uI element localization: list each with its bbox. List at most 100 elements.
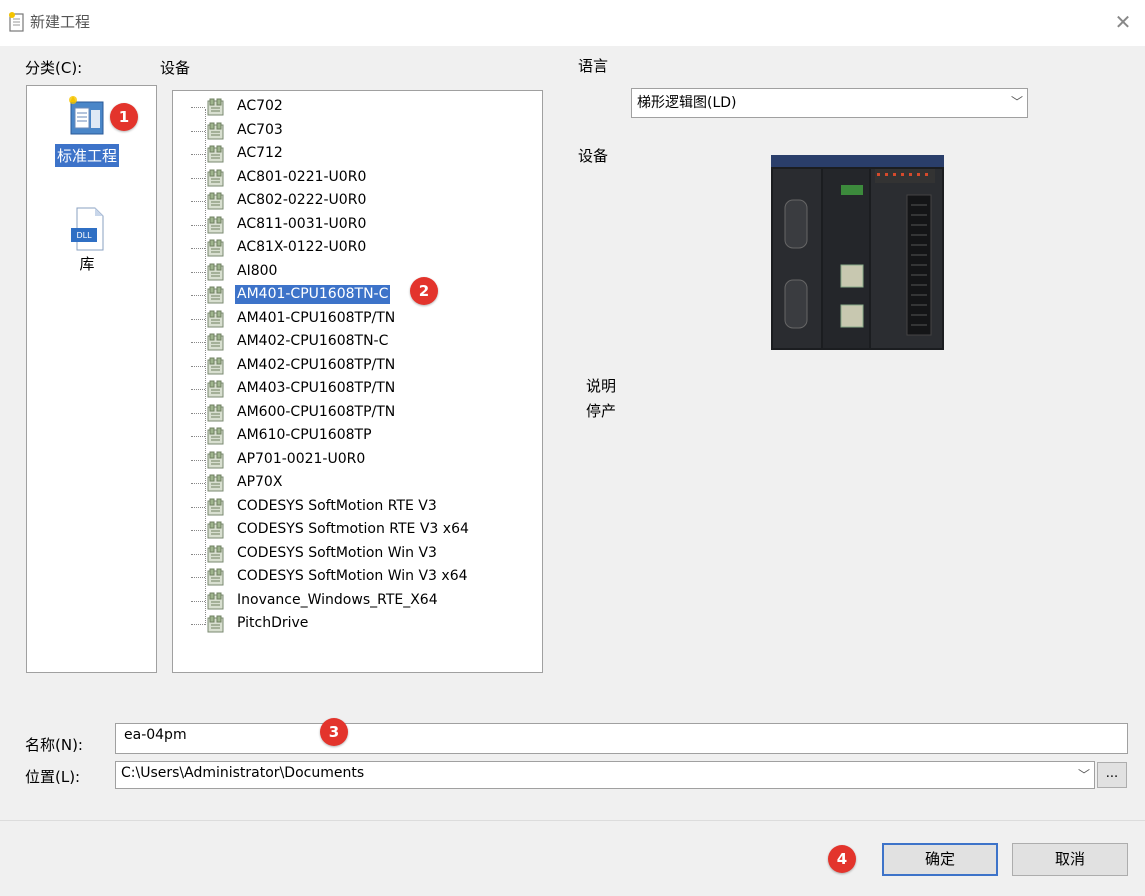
tree-connector (191, 389, 205, 390)
device-icon (207, 427, 224, 445)
device-tree-item[interactable]: AM401-CPU1608TP/TN (187, 307, 527, 330)
device-tree-item[interactable]: Inovance_Windows_RTE_X64 (187, 589, 527, 612)
cancel-button[interactable]: 取消 (1012, 843, 1128, 876)
devices-label: 设备 (160, 59, 191, 77)
close-button[interactable]: ✕ (1107, 6, 1139, 38)
device-tree-item[interactable]: AM402-CPU1608TP/TN (187, 354, 527, 377)
device-tree-item-label: AC811-0031-U0R0 (237, 215, 367, 232)
device-tree-item-label: CODESYS SoftMotion RTE V3 (237, 497, 437, 514)
device-tree-item-label: CODESYS Softmotion RTE V3 x64 (237, 521, 469, 537)
tree-connector (191, 506, 205, 508)
location-select[interactable]: C:\Users\Administrator\Documents ﹀ (115, 761, 1095, 789)
device-tree-item-label: AC712 (237, 145, 283, 161)
device-image (771, 155, 944, 350)
device-icon (207, 498, 224, 515)
tree-connector (191, 553, 205, 555)
chevron-down-icon: ﹀ (1077, 768, 1090, 782)
language-label: 语言 (578, 57, 609, 75)
device-tree-item[interactable]: CODESYS Softmotion RTE V3 x64 (187, 518, 527, 541)
tree-connector (191, 459, 205, 461)
device-tree-item-label: Inovance_Windows_RTE_X64 (237, 591, 438, 608)
device-tree-item-label: AM402-CPU1608TN-C (237, 333, 389, 349)
device-tree-item[interactable]: AM401-CPU1608TN-C (187, 283, 527, 306)
tree-connector (191, 342, 205, 343)
tree-connector (191, 130, 205, 132)
device-preview-label: 设备 (578, 147, 609, 165)
tree-connector (191, 600, 205, 602)
device-tree-item-label: AM610-CPU1608TP (237, 427, 372, 443)
device-tree-item[interactable]: AC81X-0122-U0R0 (187, 236, 527, 259)
tree-connector (191, 483, 205, 484)
step-badge-4: 4 (828, 845, 856, 873)
device-tree-item[interactable]: AC703 (187, 119, 527, 142)
device-tree-item[interactable]: AC802-0222-U0R0 (187, 189, 527, 212)
tree-connector (191, 412, 205, 414)
device-tree-item[interactable]: AI800 (187, 260, 527, 283)
tree-connector (191, 107, 205, 108)
device-tree-item[interactable]: AP701-0021-U0R0 (187, 448, 527, 471)
device-tree-item[interactable]: AM610-CPU1608TP (187, 424, 527, 447)
title-bar: 新建工程 ✕ (0, 0, 1145, 46)
chevron-down-icon: ﹀ (1010, 95, 1023, 109)
tree-connector (191, 201, 205, 202)
device-icon (207, 568, 224, 586)
device-tree-item-label: AM403-CPU1608TP/TN (237, 380, 396, 396)
tree-connector (191, 271, 205, 273)
device-tree-item[interactable]: AC811-0031-U0R0 (187, 213, 527, 236)
device-tree-item[interactable]: AC702 (187, 95, 527, 118)
tree-connector (191, 530, 205, 531)
device-tree-item-label: AC703 (237, 121, 283, 138)
name-input[interactable]: ea-04pm (115, 723, 1128, 754)
tree-connector (191, 624, 205, 625)
category-list[interactable]: 标准工程 DLL 库 (26, 85, 157, 673)
close-icon: ✕ (1114, 10, 1132, 34)
device-icon (207, 451, 224, 468)
category-item-library[interactable]: DLL 库 (45, 206, 129, 275)
description-text: 停产 (586, 402, 617, 420)
tree-connector (191, 154, 205, 155)
device-tree-item-label: AC802-0222-U0R0 (237, 192, 367, 208)
ok-button[interactable]: 确定 (882, 843, 998, 876)
tree-connector (191, 177, 205, 179)
device-icon (207, 310, 224, 327)
tree-connector (191, 577, 205, 578)
device-tree-item[interactable]: AM600-CPU1608TP/TN (187, 401, 527, 424)
device-icon (207, 239, 224, 257)
device-icon (207, 545, 224, 562)
device-tree-item-label: AP70X (237, 474, 283, 490)
device-tree-item-label: CODESYS SoftMotion Win V3 (237, 544, 437, 561)
device-tree-item-label: AP701-0021-U0R0 (237, 450, 366, 467)
device-tree-item-label: CODESYS SoftMotion Win V3 x64 (237, 568, 468, 584)
device-tree-item[interactable]: CODESYS SoftMotion RTE V3 (187, 495, 527, 518)
device-tree-item[interactable]: AM403-CPU1608TP/TN (187, 377, 527, 400)
device-tree-item[interactable]: CODESYS SoftMotion Win V3 x64 (187, 565, 527, 588)
device-tree-item-label: AM402-CPU1608TP/TN (237, 356, 396, 373)
window-title: 新建工程 (30, 13, 91, 31)
device-tree-item-label: AM401-CPU1608TP/TN (237, 309, 396, 326)
device-icon (207, 333, 224, 351)
device-tree[interactable]: AC702 AC703 AC712 AC801-0221-U0R0 AC802-0222… (172, 90, 543, 673)
device-icon (207, 521, 224, 539)
device-icon (207, 404, 224, 421)
location-label: 位置(L): (25, 768, 81, 786)
step-badge-1: 1 (110, 103, 138, 131)
device-tree-item-label: AC702 (237, 98, 283, 114)
language-select[interactable]: 梯形逻辑图(LD) ﹀ (631, 88, 1028, 118)
device-tree-item[interactable]: PitchDrive (187, 612, 527, 635)
device-icon (207, 122, 224, 139)
name-input-value: ea-04pm (124, 727, 187, 743)
device-icon (207, 474, 224, 492)
device-icon (207, 169, 224, 186)
tree-connector (191, 224, 205, 226)
device-tree-item-label: AM600-CPU1608TP/TN (237, 403, 396, 420)
category-label-standard-project: 标准工程 (54, 144, 119, 167)
device-tree-item[interactable]: CODESYS SoftMotion Win V3 (187, 542, 527, 565)
description-label: 说明 (586, 377, 617, 395)
device-tree-item[interactable]: AP70X (187, 471, 527, 494)
browse-button[interactable]: ... (1097, 762, 1127, 788)
device-tree-item[interactable]: AC712 (187, 142, 527, 165)
device-icon (207, 98, 224, 116)
device-tree-item[interactable]: AC801-0221-U0R0 (187, 166, 527, 189)
dll-library-icon: DLL (71, 207, 104, 251)
device-tree-item[interactable]: AM402-CPU1608TN-C (187, 330, 527, 353)
